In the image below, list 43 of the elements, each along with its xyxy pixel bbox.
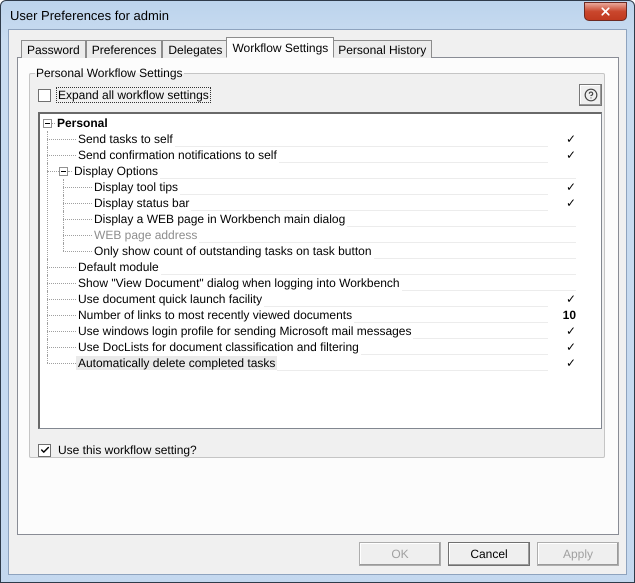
tree-item[interactable]: Number of links to most recently viewed documents [76, 308, 354, 322]
close-icon [599, 4, 612, 18]
collapse-icon[interactable] [43, 118, 52, 128]
check-mark: ✓ [564, 324, 576, 338]
tree-item[interactable]: Display tool tips [92, 180, 180, 194]
check-icon [40, 445, 50, 455]
checkbox[interactable] [38, 444, 51, 456]
tab[interactable]: Personal History [332, 40, 432, 58]
tree-item[interactable]: Use document quick launch facility [76, 292, 264, 306]
dialog-button[interactable]: Cancel [448, 542, 530, 566]
tree-item[interactable]: Display Options [72, 164, 160, 178]
tree-item[interactable]: Automatically delete completed tasks [76, 356, 278, 370]
tree-item[interactable]: Send confirmation notifications to self [76, 148, 279, 162]
tree-item[interactable]: Only show count of outstanding tasks on task button [92, 244, 374, 258]
tree-item[interactable]: Default module [76, 260, 161, 274]
tab[interactable]: Workflow Settings [226, 37, 334, 58]
tree-item[interactable]: Personal [55, 116, 110, 130]
tab[interactable]: Preferences [86, 40, 162, 58]
tree-item[interactable]: Send tasks to self [76, 132, 175, 146]
checkbox-label[interactable]: Expand all workflow settings [56, 87, 211, 103]
check-mark: ✓ [564, 340, 576, 354]
checkbox[interactable] [38, 88, 51, 102]
tree-item[interactable]: Use windows login profile for sending Microsoft mail messages [76, 324, 414, 338]
help-icon [584, 88, 598, 102]
tree-item[interactable]: Display a WEB page in Workbench main dialog [92, 212, 348, 226]
help-button[interactable] [579, 84, 602, 106]
check-mark: ✓ [564, 196, 576, 210]
setting-value: 10 [562, 308, 576, 322]
collapse-icon[interactable] [59, 166, 68, 176]
tree-item[interactable]: Use DocLists for document classification and filtering [76, 340, 361, 354]
checkbox-label[interactable]: Use this workflow setting? [56, 442, 199, 458]
window-title: User Preferences for admin [9, 8, 169, 22]
check-mark: ✓ [564, 292, 576, 306]
check-mark: ✓ [564, 356, 576, 370]
tree-item[interactable]: Display status bar [92, 196, 192, 210]
tab[interactable]: Password [21, 40, 86, 58]
group-title: Personal Workflow Settings [35, 66, 184, 80]
check-mark: ✓ [564, 148, 576, 162]
close-button[interactable] [584, 2, 627, 20]
tab[interactable]: Delegates [162, 40, 228, 58]
check-mark: ✓ [564, 180, 576, 194]
check-mark: ✓ [564, 132, 576, 146]
tree-item[interactable]: Show "View Document" dialog when logging into Workbench [76, 276, 402, 290]
